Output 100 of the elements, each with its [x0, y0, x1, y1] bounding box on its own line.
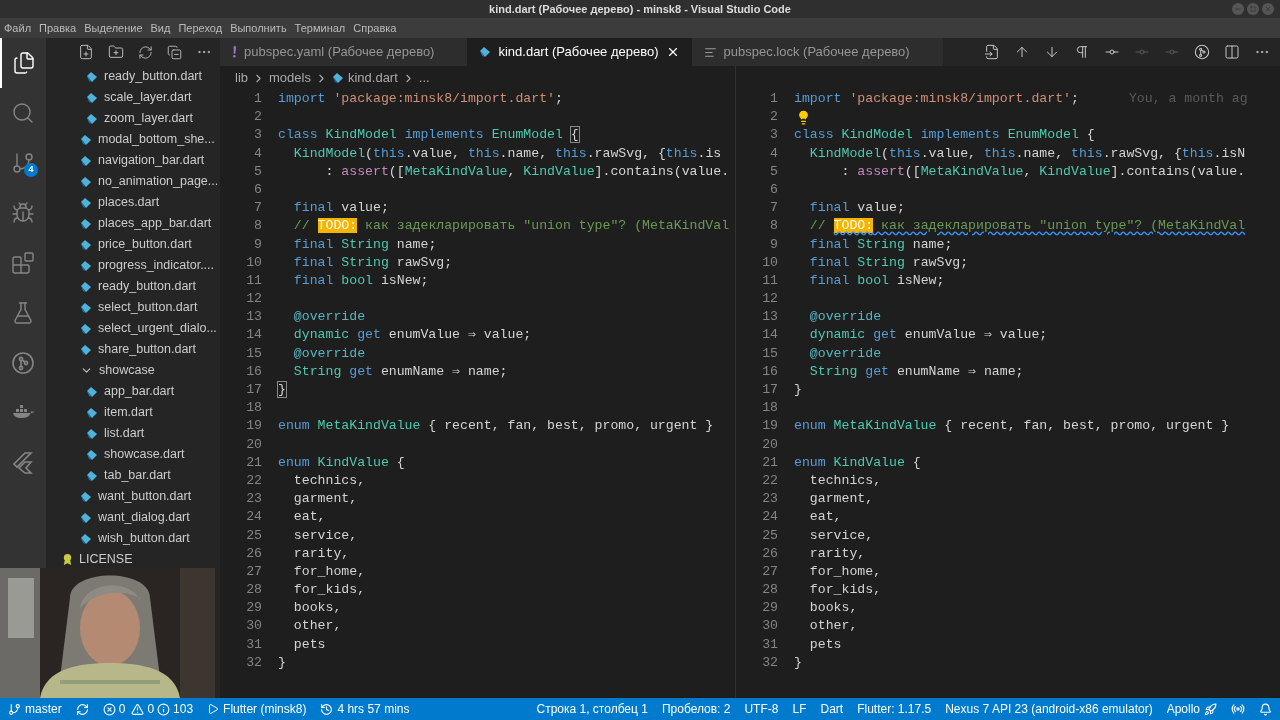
file-icon — [80, 490, 92, 503]
apollo-status[interactable]: Apollo — [1166, 700, 1217, 718]
editor-tab[interactable]: pubspec.yaml (Рабочее дерево) — [220, 38, 468, 66]
menu-item[interactable]: Файл — [4, 19, 32, 37]
branch-status[interactable]: master — [8, 700, 62, 718]
branch-circle-icon[interactable] — [1194, 44, 1210, 60]
status-item[interactable]: Flutter: 1.17.5 — [857, 700, 932, 718]
code-line: KindModel(this.value, this.name, this.rawSvg, {this.isN — [808, 144, 1246, 163]
file-tree-item[interactable]: select_button.dart — [46, 297, 220, 318]
file-icon — [86, 427, 98, 440]
code-line: books, — [292, 599, 342, 618]
editor-tab[interactable]: pubspec.lock (Рабочее дерево) — [691, 38, 943, 66]
file-tree-item[interactable]: showcase — [46, 360, 220, 381]
file-icon — [86, 385, 98, 398]
file-tree-item[interactable]: ready_button.dart — [46, 66, 220, 87]
file-tree-item[interactable]: progress_indicator.... — [46, 255, 220, 276]
line-number: 6 — [769, 180, 778, 199]
status-item[interactable]: Dart — [820, 700, 844, 718]
new-folder-icon[interactable] — [108, 44, 124, 60]
flutter-icon[interactable] — [11, 451, 35, 475]
line-number: 14 — [245, 326, 262, 345]
open-file-icon[interactable] — [984, 44, 1000, 60]
file-tree-item[interactable]: list.dart — [46, 423, 220, 444]
split-editor-icon[interactable] — [1224, 44, 1240, 60]
refresh-icon[interactable] — [138, 44, 153, 60]
breadcrumb-item[interactable]: kind.dart — [347, 68, 398, 88]
search-icon[interactable] — [11, 101, 35, 125]
code-line: enum KindValue { — [278, 453, 405, 472]
file-tree-item[interactable]: modal_bottom_she... — [46, 129, 220, 150]
menu-item[interactable]: Выполнить — [230, 19, 287, 37]
file-tree-item[interactable]: showcase.dart — [46, 444, 220, 465]
code-line: enum MetaKindValue { recent, fan, best, promo, urgent } — [794, 417, 1230, 436]
error-count: 0 — [118, 701, 126, 718]
file-tree-item[interactable]: ready_button.dart — [46, 276, 220, 297]
line-number: 26 — [245, 544, 262, 563]
file-tree-item[interactable]: navigation_bar.dart — [46, 150, 220, 171]
code-line: : assert([MetaKindValue, KindValue].contains(value. — [840, 162, 1246, 181]
file-tree-item[interactable]: tab_bar.dart — [46, 465, 220, 486]
file-icon — [80, 280, 92, 293]
file-tree-item[interactable]: share_button.dart — [46, 339, 220, 360]
extensions-icon[interactable] — [11, 251, 35, 275]
file-tree-item[interactable]: no_animation_page... — [46, 171, 220, 192]
new-file-icon[interactable] — [78, 44, 94, 60]
sync-icon[interactable] — [75, 702, 89, 716]
menu-item[interactable]: Терминал — [294, 19, 346, 37]
file-tree-item[interactable]: places.dart — [46, 192, 220, 213]
collapse-icon[interactable] — [167, 44, 182, 60]
lightbulb-icon[interactable] — [796, 109, 811, 125]
file-tree-item[interactable]: select_urgent_dialo... — [46, 318, 220, 339]
code-line: pets — [292, 635, 326, 654]
code-line: import 'package:minsk8/import.dart'; — [794, 90, 1079, 108]
bell-icon[interactable] — [1259, 702, 1272, 716]
file-tree-item[interactable]: scale_layer.dart — [46, 87, 220, 108]
file-tree-item[interactable]: want_button.dart — [46, 486, 220, 507]
file-tree-item[interactable]: zoom_layer.dart — [46, 108, 220, 129]
tab-label: pubspec.yaml (Рабочее дерево) — [244, 43, 435, 62]
code-line: eat, — [808, 508, 842, 527]
activity-bar-item[interactable]: 4 — [0, 138, 46, 188]
info-count: 103 — [173, 701, 194, 718]
breadcrumb-item[interactable]: models — [269, 68, 311, 88]
line-number: 31 — [761, 635, 778, 654]
status-item[interactable]: UTF-8 — [744, 700, 779, 718]
status-item[interactable]: Nexus 7 API 23 (android-x86 emulator) — [945, 700, 1153, 718]
file-tree-item[interactable]: item.dart — [46, 402, 220, 423]
broadcast-icon[interactable] — [1231, 702, 1245, 716]
line-number: 32 — [761, 653, 778, 672]
branch-circle-icon[interactable] — [11, 351, 35, 375]
menu-item[interactable]: Выделение — [84, 19, 143, 37]
flask-icon[interactable] — [11, 301, 35, 325]
line-number: 25 — [761, 526, 778, 545]
editor-tab[interactable]: kind.dart (Рабочее дерево) — [467, 38, 692, 66]
timer-status[interactable]: 4 hrs 57 mins — [320, 700, 410, 718]
status-item[interactable]: LF — [792, 700, 807, 718]
code-line: import 'package:minsk8/import.dart'; — [278, 90, 563, 108]
line-number: 29 — [245, 599, 262, 618]
run-status[interactable]: Flutter (minsk8) — [207, 700, 307, 718]
line-number: 11 — [245, 271, 262, 290]
menu-item[interactable]: Правка — [39, 19, 77, 37]
debug-icon[interactable] — [11, 201, 35, 225]
breadcrumb-item[interactable]: lib — [235, 68, 248, 88]
file-tree-item[interactable]: places_app_bar.dart — [46, 213, 220, 234]
files-icon[interactable] — [12, 51, 36, 75]
menu-item[interactable]: Переход — [178, 19, 223, 37]
status-item[interactable]: Пробелов: 2 — [661, 700, 731, 718]
pilcrow-icon[interactable] — [1074, 44, 1090, 60]
problems-status[interactable]: 0 0 103 — [102, 700, 194, 718]
file-tree-item[interactable]: LICENSE — [46, 549, 220, 570]
code-line: final bool isNew; — [292, 271, 429, 290]
code-line: technics, — [808, 471, 882, 490]
breadcrumb-item[interactable]: ... — [418, 68, 430, 88]
source-control-icon[interactable] — [11, 151, 35, 175]
file-tree-item[interactable]: wish_button.dart — [46, 528, 220, 549]
file-tree-item[interactable]: app_bar.dart — [46, 381, 220, 402]
file-tree-item[interactable]: price_button.dart — [46, 234, 220, 255]
menu-item[interactable]: Справка — [353, 19, 397, 37]
file-tree-item[interactable]: want_dialog.dart — [46, 507, 220, 528]
status-item[interactable]: Строка 1, столбец 1 — [536, 700, 648, 718]
line-number: 22 — [245, 471, 262, 490]
menu-item[interactable]: Вид — [150, 19, 171, 37]
code-line: @override — [292, 308, 366, 327]
